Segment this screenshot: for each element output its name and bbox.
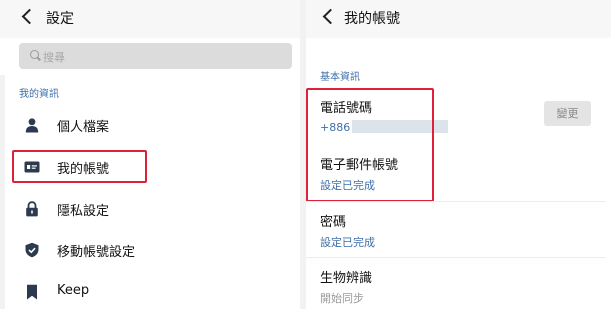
page-title: 我的帳號 bbox=[344, 11, 400, 27]
menu-item-profile[interactable]: 個人檔案 bbox=[11, 108, 296, 140]
lock-icon bbox=[26, 201, 38, 217]
menu-item-label: 移動帳號設定 bbox=[57, 245, 136, 260]
menu-item-transfer-account[interactable]: 移動帳號設定 bbox=[11, 233, 296, 265]
password-status: 設定已完成 bbox=[320, 236, 375, 249]
sidebar-shade bbox=[0, 75, 5, 309]
person-icon bbox=[25, 118, 39, 133]
menu-item-label: 個人檔案 bbox=[57, 120, 110, 135]
change-phone-button[interactable]: 變更 bbox=[544, 101, 591, 126]
menu-item-label: Keep bbox=[57, 283, 90, 298]
shield-check-icon bbox=[25, 242, 39, 258]
back-icon[interactable] bbox=[21, 8, 38, 25]
biometric-label: 生物辨識 bbox=[320, 271, 373, 286]
bookmark-icon bbox=[27, 284, 37, 300]
divider-line bbox=[306, 201, 606, 202]
settings-pane: 設定 搜尋 我的資訊 個人檔案 我的帳號 隱私設定 移動帳號設定 Keep bbox=[0, 0, 300, 309]
settings-header: 設定 bbox=[0, 0, 300, 38]
section-header-my-info: 我的資訊 bbox=[19, 89, 59, 100]
section-header-basic-info: 基本資訊 bbox=[320, 72, 360, 83]
search-input[interactable]: 搜尋 bbox=[19, 43, 292, 69]
highlight-box-contact-info bbox=[306, 88, 434, 202]
biometric-status: 開始同步 bbox=[320, 292, 364, 305]
password-field[interactable]: 密碼 設定已完成 bbox=[320, 211, 375, 250]
divider-line bbox=[306, 257, 606, 258]
my-account-header: 我的帳號 bbox=[306, 0, 611, 38]
search-icon bbox=[30, 50, 39, 59]
page-title: 設定 bbox=[46, 11, 74, 27]
biometric-field[interactable]: 生物辨識 開始同步 bbox=[320, 267, 372, 306]
my-account-pane: 我的帳號 基本資訊 電話號碼 +886 變更 電子郵件帳號 設定已完成 密碼 設… bbox=[306, 0, 611, 309]
menu-item-privacy[interactable]: 隱私設定 bbox=[11, 192, 296, 224]
back-icon[interactable] bbox=[322, 8, 339, 25]
search-placeholder: 搜尋 bbox=[43, 51, 65, 64]
highlight-box-my-account bbox=[12, 150, 147, 183]
menu-item-label: 隱私設定 bbox=[57, 204, 110, 219]
password-label: 密碼 bbox=[320, 215, 347, 230]
menu-item-keep[interactable]: Keep bbox=[11, 275, 296, 307]
